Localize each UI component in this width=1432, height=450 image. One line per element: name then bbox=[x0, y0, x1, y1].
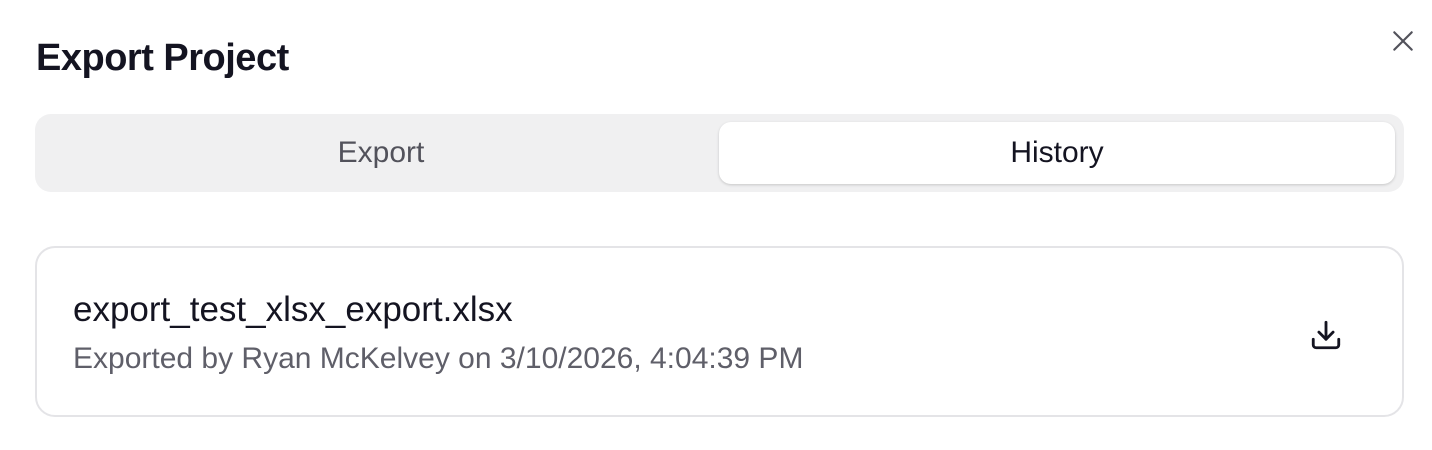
export-metadata: Exported by Ryan McKelvey on 3/10/2026, … bbox=[73, 342, 804, 375]
tab-export[interactable]: Export bbox=[43, 122, 719, 184]
tab-history[interactable]: History bbox=[719, 122, 1395, 184]
export-tabs: Export History bbox=[35, 114, 1404, 192]
download-icon bbox=[1311, 320, 1341, 350]
history-list-item: export_test_xlsx_export.xlsx Exported by… bbox=[35, 246, 1404, 417]
close-icon bbox=[1393, 31, 1413, 51]
download-button[interactable] bbox=[1301, 310, 1351, 360]
dialog-title: Export Project bbox=[36, 37, 289, 79]
export-file-name: export_test_xlsx_export.xlsx bbox=[73, 290, 513, 329]
export-project-dialog: Export Project Export History export_tes… bbox=[0, 0, 1432, 450]
close-button[interactable] bbox=[1386, 24, 1420, 58]
